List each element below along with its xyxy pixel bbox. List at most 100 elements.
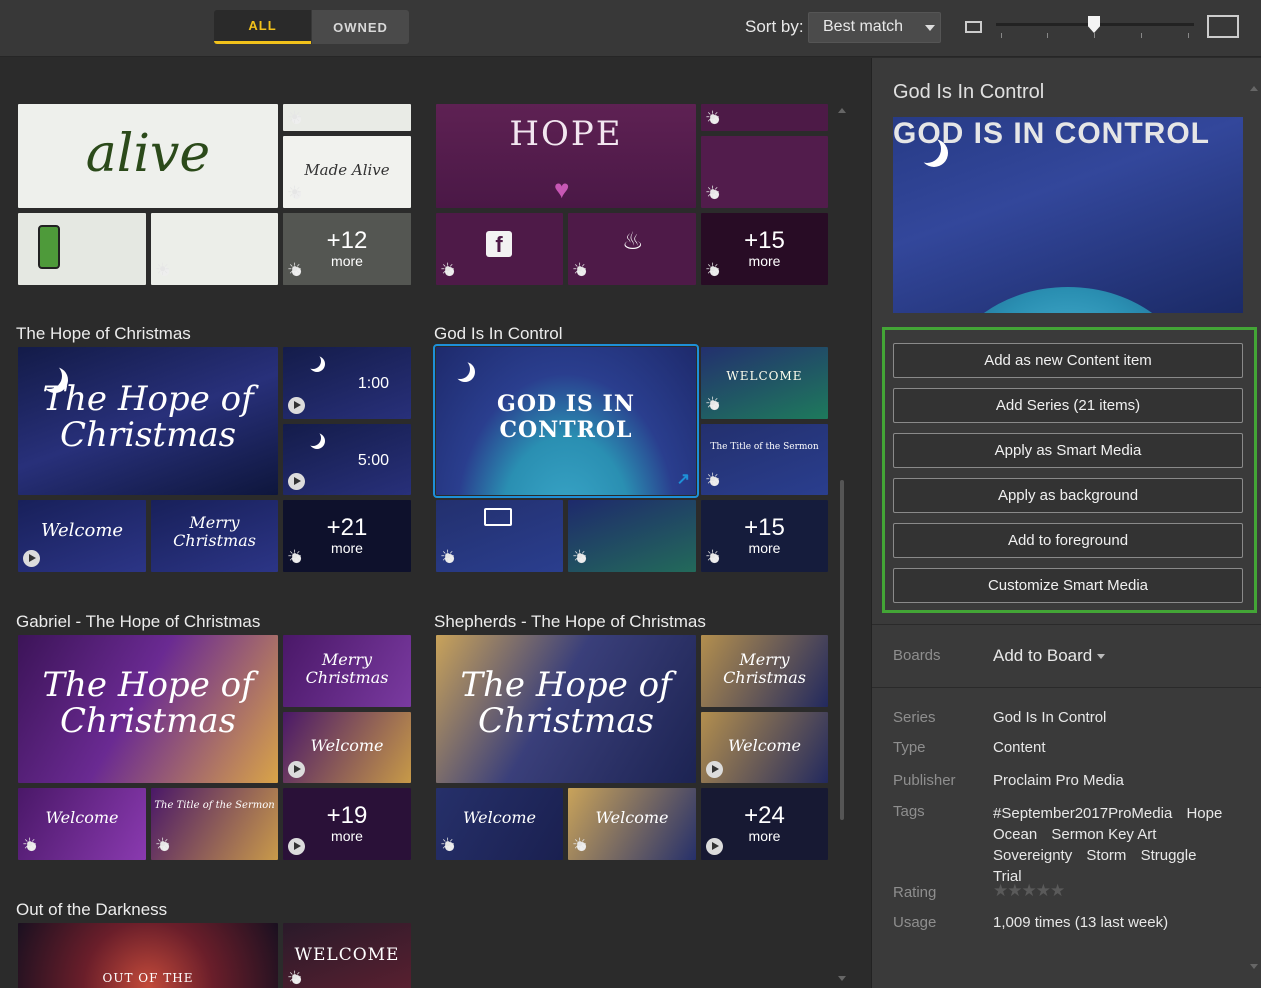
more-count: +21 (326, 514, 368, 541)
tag-link[interactable]: Struggle (1141, 845, 1197, 866)
series-value[interactable]: God Is In Control (993, 709, 1106, 726)
media-tile[interactable]: The Hope of Christmas (436, 635, 696, 783)
chevron-down-icon (925, 25, 935, 31)
small-thumbnail-icon[interactable] (965, 21, 982, 33)
sun-icon (705, 108, 723, 128)
group-title: The Hope of Christmas (16, 324, 191, 343)
media-tile[interactable]: OUT OF THE (18, 923, 278, 988)
media-tile[interactable]: +24 more (701, 788, 828, 860)
media-tile[interactable]: Welcome (568, 788, 696, 860)
media-tile[interactable]: Merry Christmas (151, 500, 278, 572)
tag-link[interactable]: Sermon Key Art (1051, 824, 1156, 845)
tag-link[interactable]: Ocean (993, 824, 1037, 845)
tile-title: GOD IS IN CONTROL (497, 391, 635, 443)
add-foreground-button[interactable]: Add to foreground (893, 523, 1243, 558)
media-tile[interactable]: HOPE ♥ (436, 104, 696, 208)
details-panel: God Is In Control GOD IS IN CONTROL Add … (871, 58, 1261, 988)
star-rating[interactable]: ★★★★★ (993, 881, 1065, 901)
media-tile[interactable]: 1:00 (283, 347, 411, 419)
media-tile[interactable]: WELCOME (283, 923, 411, 988)
media-tile[interactable] (18, 213, 146, 285)
grid-scrollbar[interactable] (840, 480, 844, 820)
group-title: God Is In Control (434, 324, 563, 343)
apply-background-button[interactable]: Apply as background (893, 478, 1243, 513)
tile-title: The Title of the Sermon (154, 800, 275, 811)
apply-smart-media-button[interactable]: Apply as Smart Media (893, 433, 1243, 468)
media-tile[interactable]: alive (18, 104, 278, 208)
tag-link[interactable]: Hope (1186, 803, 1222, 824)
add-series-button[interactable]: Add Series (21 items) (893, 388, 1243, 423)
media-tile[interactable]: Made Alive (283, 136, 411, 208)
media-tile[interactable] (701, 136, 828, 208)
media-tile[interactable] (283, 104, 411, 131)
tile-title: Welcome (40, 520, 124, 541)
media-tile[interactable]: Welcome (283, 712, 411, 783)
media-tile[interactable]: +15 more (701, 213, 828, 285)
media-tile[interactable]: +21 more (283, 500, 411, 572)
scroll-down-arrow-icon[interactable] (1250, 964, 1258, 969)
more-label: more (331, 253, 363, 269)
sun-icon (287, 183, 305, 203)
media-tile[interactable]: The Title of the Sermon (701, 424, 828, 495)
media-tile[interactable]: The Hope of Christmas (18, 635, 278, 783)
media-tile[interactable]: f (436, 213, 563, 285)
tag-link[interactable]: Sovereignty (993, 845, 1072, 866)
scroll-down-arrow-icon[interactable] (838, 976, 846, 981)
scroll-up-arrow-icon[interactable] (838, 108, 846, 113)
media-tile[interactable]: Welcome (18, 788, 146, 860)
customize-smart-media-button[interactable]: Customize Smart Media (893, 568, 1243, 603)
media-tile[interactable]: Welcome (701, 712, 828, 783)
tile-title: Welcome (728, 736, 801, 755)
media-tile[interactable] (436, 500, 563, 572)
large-thumbnail-icon[interactable] (1207, 15, 1239, 38)
media-tile[interactable]: Merry Christmas (283, 635, 411, 707)
media-tile[interactable]: +19 more (283, 788, 411, 860)
expand-icon[interactable]: ↗ (677, 469, 690, 489)
tag-link[interactable]: Storm (1086, 845, 1126, 866)
slider-thumb[interactable] (1088, 16, 1100, 33)
flame-icon: ♨ (622, 228, 644, 255)
group-title: Out of the Darkness (16, 900, 168, 919)
add-to-board-dropdown[interactable]: Add to Board (993, 646, 1106, 666)
moon-icon (305, 430, 321, 446)
play-icon (288, 761, 305, 778)
publisher-value[interactable]: Proclaim Pro Media (993, 772, 1124, 789)
sort-dropdown[interactable]: Best match (808, 12, 941, 43)
media-tile[interactable]: 5:00 (283, 424, 411, 495)
media-tile[interactable]: Merry Christmas (701, 635, 828, 707)
media-tile[interactable]: Welcome (18, 500, 146, 572)
type-value: Content (993, 739, 1046, 756)
sun-icon (287, 260, 305, 280)
tile-title: Made Alive (304, 161, 390, 179)
media-tile[interactable]: The Title of the Sermon (151, 788, 278, 860)
preview-title: GOD IS IN CONTROL (893, 117, 1210, 150)
rating-label: Rating (893, 884, 937, 901)
media-tile[interactable]: WELCOME (701, 347, 828, 419)
media-tile[interactable]: +12 more (283, 213, 411, 285)
play-icon (288, 473, 305, 490)
media-tile[interactable] (151, 213, 278, 285)
media-tile[interactable]: The Hope of Christmas (18, 347, 278, 495)
tags-label: Tags (893, 803, 925, 820)
series-label: Series (893, 709, 936, 726)
tags-list: #September2017ProMedia Hope Ocean Sermon… (993, 803, 1243, 887)
sun-icon (22, 835, 40, 855)
selected-media-tile[interactable]: GOD IS IN CONTROL ↗ (433, 344, 699, 498)
filter-owned-tab[interactable]: OWNED (312, 10, 409, 44)
monitor-icon (484, 508, 512, 526)
media-tile[interactable] (568, 500, 696, 572)
filter-all-tab[interactable]: ALL (214, 10, 311, 44)
tag-link[interactable]: #September2017ProMedia (993, 803, 1172, 824)
media-tile[interactable]: Welcome (436, 788, 563, 860)
media-tile[interactable]: +15 more (701, 500, 828, 572)
more-label: more (331, 540, 363, 556)
media-tile[interactable] (701, 104, 828, 131)
sort-value: Best match (823, 18, 904, 35)
more-label: more (331, 828, 363, 844)
slider-tick (1094, 33, 1095, 38)
add-content-item-button[interactable]: Add as new Content item (893, 343, 1243, 378)
play-icon (23, 550, 40, 567)
scroll-up-arrow-icon[interactable] (1250, 86, 1258, 91)
sun-icon (440, 260, 458, 280)
media-tile[interactable]: ♨ (568, 213, 696, 285)
